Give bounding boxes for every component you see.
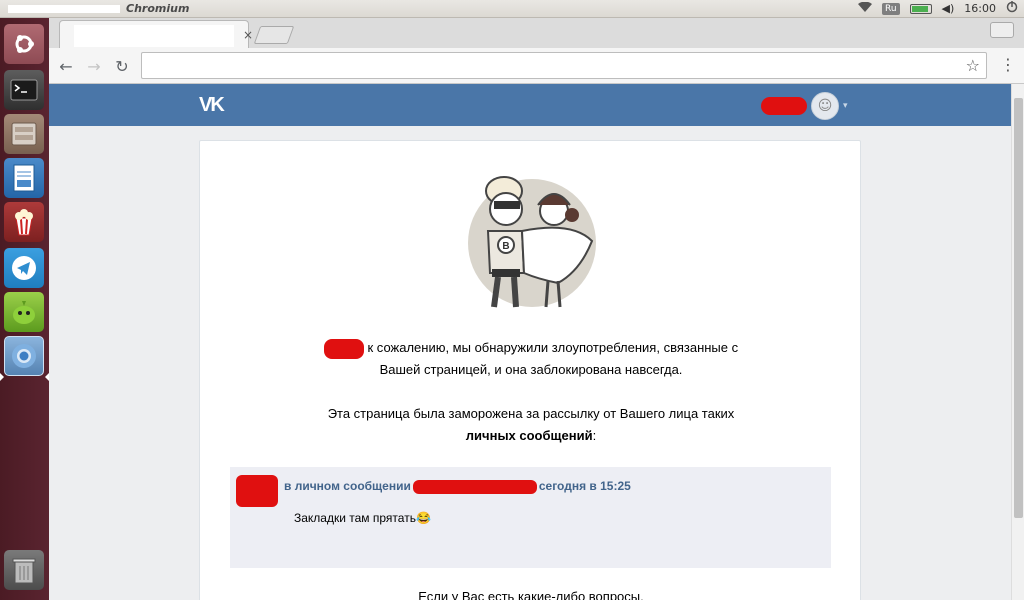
telegram-icon[interactable]: [4, 248, 44, 288]
blocked-page-card: B к сожалению, мы обнаружили злоупотребл…: [199, 140, 861, 600]
battery-icon[interactable]: [909, 3, 932, 14]
launcher: [0, 18, 49, 600]
block-message-line2: Вашей страницей, и она заблокирована нав…: [379, 362, 683, 377]
browser-window: × ← → ↻ ☆ ⋮ VK ☺ ▾ B к сожалению, мы обн…: [49, 18, 1024, 600]
redacted-tab-title: [74, 25, 234, 47]
forward-button[interactable]: →: [83, 55, 105, 77]
freeze-reason-bold: личных сообщений: [465, 428, 593, 443]
writer-document-icon[interactable]: [4, 158, 44, 198]
redacted-name: [323, 338, 364, 359]
superhero-illustration: B: [468, 176, 596, 308]
redacted-window-title: [8, 5, 120, 13]
app-title: Chromium: [126, 2, 190, 15]
freeze-reason-text: Эта страница была заморожена за рассылку…: [327, 406, 735, 421]
redacted-recipient: [412, 479, 537, 494]
back-button[interactable]: ←: [55, 55, 77, 77]
active-app-indicator: [0, 373, 4, 381]
block-message: к сожалению, мы обнаружили злоупотреблен…: [200, 337, 862, 381]
keyboard-layout-indicator[interactable]: Ru: [881, 2, 900, 15]
tab-active[interactable]: ×: [59, 20, 253, 48]
quoted-message-header: в личном сообщении сегодня в 15:25: [284, 479, 631, 494]
browser-menu-icon[interactable]: ⋮: [1000, 55, 1016, 74]
vk-header: VK ☺ ▾: [49, 84, 1011, 126]
trash-icon[interactable]: [4, 550, 44, 590]
terminal-icon[interactable]: [4, 70, 44, 110]
top-panel: Chromium Ru ◀) 16:00: [0, 0, 1024, 18]
quote-prefix[interactable]: в личном сообщении: [284, 479, 411, 493]
avatar[interactable]: ☺: [811, 92, 839, 120]
chevron-down-icon[interactable]: ▾: [843, 101, 848, 111]
wifi-icon[interactable]: [857, 1, 872, 15]
page-viewport: VK ☺ ▾ B к сожалению, мы обнаружили злоу…: [49, 84, 1011, 600]
quoted-message: в личном сообщении сегодня в 15:25 Заклад…: [230, 467, 831, 568]
quote-timestamp[interactable]: сегодня в 15:25: [539, 479, 631, 493]
chromium-icon[interactable]: [4, 336, 44, 376]
pidgin-icon[interactable]: [4, 292, 44, 332]
clock[interactable]: 16:00: [964, 2, 996, 15]
system-tray: Ru ◀) 16:00: [857, 1, 1018, 16]
power-icon[interactable]: [1006, 1, 1018, 16]
vk-logo[interactable]: VK: [199, 94, 225, 117]
redacted-sender-avatar: [236, 475, 278, 507]
freeze-reason-colon: :: [592, 428, 597, 443]
ubuntu-dash-icon[interactable]: [4, 24, 44, 64]
scrollbar-thumb[interactable]: [1014, 98, 1023, 518]
freeze-reason: Эта страница была заморожена за рассылку…: [200, 403, 862, 447]
support-footer-text: Если у Вас есть какие-либо вопросы,: [418, 589, 644, 600]
browser-toolbar: ← → ↻ ☆ ⋮: [49, 48, 1024, 84]
volume-icon[interactable]: ◀): [942, 2, 955, 15]
quoted-message-text: Закладки там прятать😂: [294, 511, 431, 525]
files-icon[interactable]: [4, 114, 44, 154]
popcorn-icon[interactable]: [4, 202, 44, 242]
profile-button[interactable]: [990, 22, 1014, 38]
address-bar[interactable]: ☆: [141, 52, 987, 79]
svg-text:B: B: [502, 241, 509, 252]
tab-close-icon[interactable]: ×: [243, 28, 253, 42]
bookmark-star-icon[interactable]: ☆: [966, 56, 980, 75]
new-tab-button[interactable]: [253, 26, 295, 44]
tab-strip: ×: [49, 18, 1024, 48]
reload-button[interactable]: ↻: [111, 55, 133, 77]
user-menu[interactable]: ☺ ▾: [761, 92, 848, 120]
block-message-line1: к сожалению, мы обнаружили злоупотреблен…: [367, 340, 739, 355]
redacted-username: [761, 97, 807, 115]
page-scrollbar[interactable]: [1011, 84, 1024, 600]
